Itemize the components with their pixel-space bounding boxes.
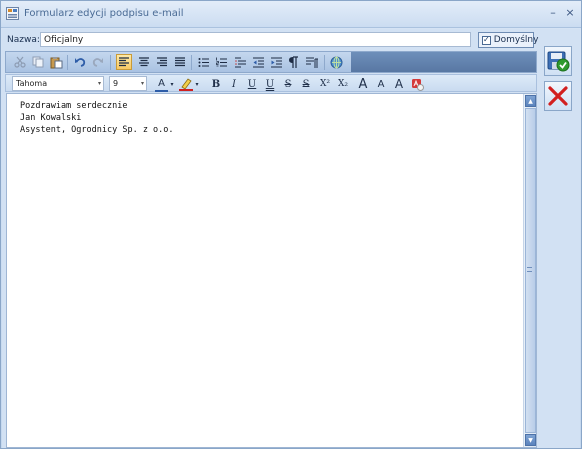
- change-case-button[interactable]: A: [392, 76, 406, 92]
- form-icon: [6, 7, 19, 20]
- increase-indent-icon[interactable]: [268, 54, 284, 70]
- cancel-button[interactable]: [544, 81, 572, 111]
- highlight-dropdown-icon[interactable]: ▾: [194, 76, 200, 92]
- multilevel-list-icon[interactable]: [232, 54, 248, 70]
- underline-button[interactable]: U: [246, 76, 258, 92]
- chevron-down-icon: ▾: [140, 80, 144, 87]
- vertical-scrollbar[interactable]: ▲ ▼: [523, 94, 536, 447]
- chevron-down-icon: ▾: [97, 80, 101, 87]
- italic-button[interactable]: I: [228, 76, 240, 92]
- align-center-icon[interactable]: [136, 54, 152, 70]
- save-icon: [547, 51, 570, 72]
- format-toolbar: Tahoma ▾ 9 ▾ A ▾ ▾ B I U U S S X² X₂ A A…: [5, 74, 537, 92]
- save-button[interactable]: [544, 46, 572, 76]
- decrease-indent-icon[interactable]: [250, 54, 266, 70]
- redo-icon[interactable]: [90, 54, 106, 70]
- copy-icon[interactable]: [30, 54, 46, 70]
- cancel-icon: [548, 86, 568, 106]
- clear-format-icon: [411, 78, 424, 91]
- highlight-button[interactable]: [178, 76, 194, 92]
- show-formatting-icon[interactable]: [304, 54, 320, 70]
- font-color-button[interactable]: A: [155, 76, 168, 92]
- double-strikethrough-button[interactable]: S: [300, 76, 312, 92]
- align-right-icon[interactable]: [154, 54, 170, 70]
- bullet-list-icon[interactable]: [195, 54, 211, 70]
- window-title: Formularz edycji podpisu e-mail: [24, 8, 184, 19]
- highlighter-icon: [179, 78, 193, 91]
- grow-font-button[interactable]: A: [356, 76, 370, 92]
- justify-icon[interactable]: [172, 54, 188, 70]
- clear-format-button[interactable]: [410, 76, 424, 92]
- toolbar-empty-area: [351, 52, 536, 72]
- subscript-button[interactable]: X₂: [336, 76, 350, 92]
- bold-button[interactable]: B: [210, 76, 222, 92]
- checkbox-box: ✓: [482, 35, 491, 45]
- title-bar: Formularz edycji podpisu e-mail – ×: [1, 1, 581, 28]
- superscript-button[interactable]: X²: [318, 76, 332, 92]
- font-size-value: 9: [113, 79, 119, 88]
- name-label: Nazwa:: [7, 35, 40, 45]
- align-left-icon[interactable]: [116, 54, 132, 70]
- font-name-combo[interactable]: Tahoma ▾: [12, 76, 104, 91]
- shrink-font-button[interactable]: A: [374, 76, 388, 92]
- scroll-down-icon[interactable]: ▼: [525, 434, 536, 446]
- cut-icon[interactable]: [12, 54, 28, 70]
- close-button[interactable]: ×: [563, 6, 577, 20]
- scroll-grip-icon: [527, 267, 532, 272]
- signature-edit-window: Formularz edycji podpisu e-mail – × Nazw…: [0, 0, 582, 449]
- form-content: Nazwa: ✓ Domyślny: [2, 29, 580, 448]
- font-name-value: Tahoma: [16, 79, 48, 88]
- name-input[interactable]: [40, 32, 471, 47]
- scroll-up-icon[interactable]: ▲: [525, 95, 536, 107]
- font-size-combo[interactable]: 9 ▾: [109, 76, 147, 91]
- font-color-dropdown-icon[interactable]: ▾: [169, 76, 175, 92]
- paste-icon[interactable]: [48, 54, 64, 70]
- numbered-list-icon[interactable]: [213, 54, 229, 70]
- default-checkbox[interactable]: ✓ Domyślny: [478, 32, 538, 48]
- edit-toolbar: [5, 51, 537, 73]
- signature-editor[interactable]: Pozdrawiam serdecznie Jan Kowalski Asyst…: [6, 93, 537, 448]
- paragraph-icon[interactable]: [286, 54, 302, 70]
- undo-icon[interactable]: [72, 54, 88, 70]
- strikethrough-button[interactable]: S: [282, 76, 294, 92]
- double-underline-button[interactable]: U: [264, 76, 276, 92]
- editor-text[interactable]: Pozdrawiam serdecznie Jan Kowalski Asyst…: [20, 100, 174, 136]
- insert-link-icon[interactable]: [328, 54, 344, 70]
- default-label: Domyślny: [493, 35, 539, 45]
- minimize-button[interactable]: –: [546, 6, 560, 20]
